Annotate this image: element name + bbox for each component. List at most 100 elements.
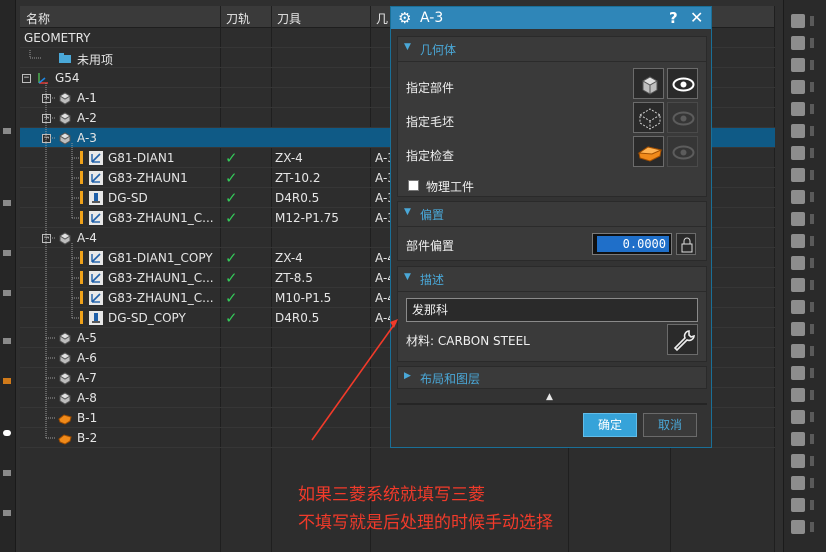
part-solid-icon	[641, 76, 659, 95]
strip-marker	[3, 290, 11, 296]
layout-layers-section: ▶ 布局和图层	[397, 366, 707, 389]
strip-marker	[3, 430, 11, 436]
collapse-down-icon: ▼	[404, 207, 411, 217]
resource-tool-marker	[810, 346, 814, 356]
eye-icon	[672, 145, 695, 160]
resource-tool-marker	[810, 170, 814, 180]
strip-marker	[3, 470, 11, 476]
geometry-section-header[interactable]: ▼ 几何体	[398, 37, 706, 61]
specify-blank-label: 指定毛坯	[406, 115, 455, 129]
resource-tool-icon[interactable]	[791, 520, 805, 534]
collapse-up-icon[interactable]: ▲	[546, 392, 553, 402]
resource-tool-marker	[810, 500, 814, 510]
collapse-down-icon: ▼	[404, 42, 411, 52]
resource-tool-icon[interactable]	[791, 14, 805, 28]
select-part-button[interactable]	[633, 68, 664, 99]
resource-tool-marker	[810, 16, 814, 26]
resource-tool-marker	[810, 280, 814, 290]
select-check-button[interactable]	[633, 136, 664, 167]
eye-icon	[672, 77, 695, 92]
resource-tool-icon[interactable]	[791, 168, 805, 182]
dialog-titlebar[interactable]: ⚙ A-3 ? ✕	[391, 7, 711, 29]
display-blank-button[interactable]	[667, 102, 698, 133]
help-button[interactable]: ?	[669, 9, 678, 27]
resource-tool-marker	[810, 324, 814, 334]
app-window: 名称 刀轨 刀具 几 GEOMETRY未用项−G54+A-1+A-2−A-3G8…	[0, 0, 826, 552]
resource-tool-icon[interactable]	[791, 322, 805, 336]
blank-box-icon	[639, 108, 661, 130]
material-label: 材料: CARBON STEEL	[406, 334, 530, 348]
collapse-down-icon: ▼	[404, 272, 411, 282]
resource-tool-icon[interactable]	[791, 476, 805, 490]
resource-tool-icon[interactable]	[791, 388, 805, 402]
annotation-text-line1: 如果三菱系统就填写三菱	[298, 485, 485, 505]
row-tool: ZX-4	[275, 251, 303, 265]
expand-right-icon: ▶	[404, 371, 411, 381]
resource-tool-icon[interactable]	[791, 410, 805, 424]
lock-button[interactable]	[676, 233, 696, 255]
resource-tool-marker	[810, 478, 814, 488]
ok-button[interactable]: 确定	[583, 413, 637, 437]
wrench-icon	[673, 330, 695, 352]
close-button[interactable]: ✕	[690, 8, 703, 27]
strip-marker	[3, 510, 11, 516]
resource-tool-icon[interactable]	[791, 432, 805, 446]
resource-tool-icon[interactable]	[791, 498, 805, 512]
row-tool: D4R0.5	[275, 311, 320, 325]
part-offset-input[interactable]: 0.0000	[592, 233, 672, 255]
resource-tool-icon[interactable]	[791, 190, 805, 204]
resource-tool-marker	[810, 258, 814, 268]
right-resource-toolbar	[783, 0, 826, 552]
resource-tool-marker	[810, 236, 814, 246]
offset-section: ▼ 偏置 部件偏置 0.0000	[397, 201, 707, 261]
resource-tool-icon[interactable]	[791, 102, 805, 116]
resource-tool-marker	[810, 104, 814, 114]
resource-tool-icon[interactable]	[791, 80, 805, 94]
resource-tool-icon[interactable]	[791, 344, 805, 358]
resource-tool-marker	[810, 434, 814, 444]
resource-tool-icon[interactable]	[791, 454, 805, 468]
description-section-header[interactable]: ▼ 描述	[398, 267, 706, 291]
row-tool: ZX-4	[275, 151, 303, 165]
column-header-geometry[interactable]: 几	[376, 10, 388, 27]
tree-connector-lines	[29, 50, 80, 439]
section-title: 偏置	[420, 208, 445, 222]
resource-tool-icon[interactable]	[791, 256, 805, 270]
row-tool: D4R0.5	[275, 191, 320, 205]
cancel-button[interactable]: 取消	[643, 413, 697, 437]
offset-section-header[interactable]: ▼ 偏置	[398, 202, 706, 226]
select-blank-button[interactable]	[633, 102, 664, 133]
resource-tool-icon[interactable]	[791, 36, 805, 50]
description-input[interactable]: 发那科	[406, 298, 698, 322]
eye-icon	[672, 111, 695, 126]
resource-tool-marker	[810, 148, 814, 158]
resource-tool-marker	[810, 456, 814, 466]
edit-material-button[interactable]	[667, 324, 698, 355]
resource-tool-icon[interactable]	[791, 58, 805, 72]
resource-tool-icon[interactable]	[791, 124, 805, 138]
layout-layers-section-header[interactable]: ▶ 布局和图层	[398, 367, 706, 390]
row-tool: ZT-8.5	[275, 271, 313, 285]
resource-tool-icon[interactable]	[791, 278, 805, 292]
resource-tool-icon[interactable]	[791, 300, 805, 314]
resource-tool-marker	[810, 82, 814, 92]
resource-tool-icon[interactable]	[791, 146, 805, 160]
geometry-dialog: ⚙ A-3 ? ✕ ▼ 几何体 指定部件 指定毛坯 指定检查 物理工件 ▼ 偏置…	[390, 6, 712, 448]
check-body-icon	[637, 146, 663, 162]
resource-tool-icon[interactable]	[791, 366, 805, 380]
gear-icon[interactable]: ⚙	[398, 9, 411, 27]
display-part-button[interactable]	[667, 68, 698, 99]
description-section: ▼ 描述 发那科 材料: CARBON STEEL	[397, 266, 707, 362]
resource-tool-marker	[810, 302, 814, 312]
resource-tool-icon[interactable]	[791, 212, 805, 226]
row-tool: ZT-10.2	[275, 171, 321, 185]
divider	[398, 226, 706, 227]
divider	[398, 291, 706, 292]
resource-tool-marker	[810, 126, 814, 136]
physical-workpiece-checkbox[interactable]	[408, 180, 419, 191]
display-check-button[interactable]	[667, 136, 698, 167]
geometry-section: ▼ 几何体 指定部件 指定毛坯 指定检查 物理工件	[397, 36, 707, 197]
section-title: 几何体	[420, 43, 457, 57]
column-header-tool[interactable]: 刀具	[277, 10, 301, 27]
resource-tool-icon[interactable]	[791, 234, 805, 248]
